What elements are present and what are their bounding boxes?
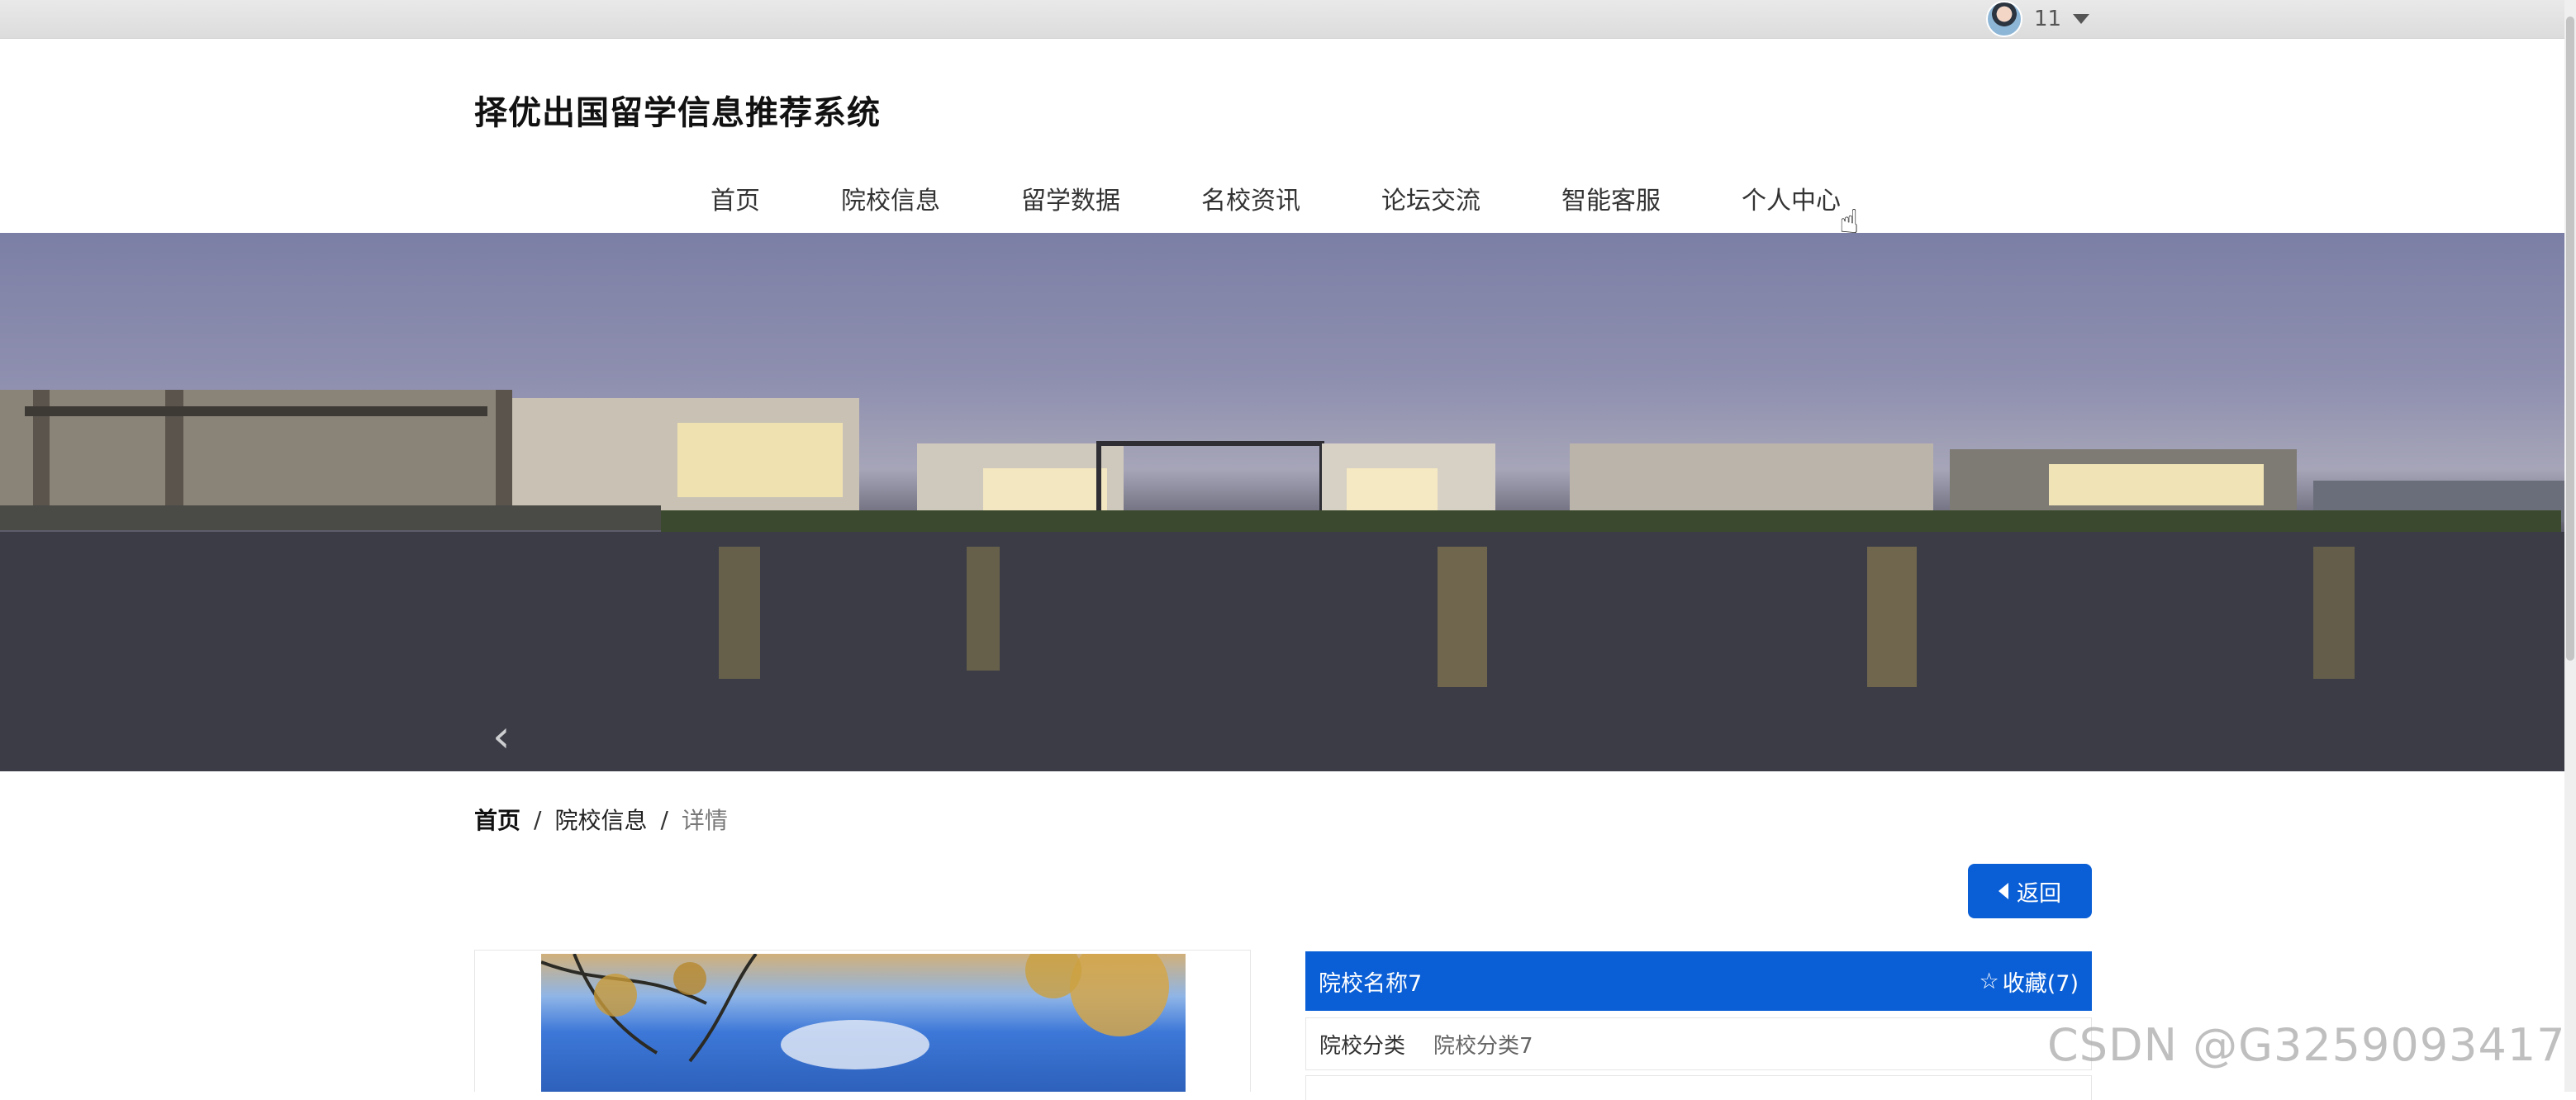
nav-item-chatbot[interactable]: 智能客服 (1561, 180, 1661, 216)
school-image-card (474, 950, 1251, 1092)
nav-item-profile[interactable]: 个人中心 (1742, 180, 1841, 216)
banner-carousel[interactable]: ‹ (0, 233, 2564, 771)
detail-header: 院校名称7 ☆ 收藏(7) (1305, 951, 2092, 1011)
triangle-left-icon (1999, 883, 2008, 899)
breadcrumb: 首页 / 院校信息 / 详情 (474, 803, 728, 836)
school-name: 院校名称7 (1319, 970, 1423, 997)
nav-item-forum[interactable]: 论坛交流 (1381, 180, 1480, 216)
back-button-label: 返回 (2017, 880, 2061, 907)
site-title: 择优出国留学信息推荐系统 (474, 94, 881, 132)
top-user-bar: 11 (0, 0, 2576, 39)
main-nav: 首页 院校信息 留学数据 名校资讯 论坛交流 智能客服 个人中心 (711, 180, 1841, 216)
field-label: 院校分类 (1319, 1033, 1406, 1059)
star-outline-icon: ☆ (1979, 968, 1999, 994)
campus-night-image (0, 390, 2564, 771)
favorite-label: 收藏(7) (2002, 970, 2079, 997)
nav-item-news[interactable]: 名校资讯 (1201, 180, 1300, 216)
page-scrollbar-thumb[interactable] (2566, 17, 2574, 661)
breadcrumb-separator: / (660, 805, 668, 833)
avatar[interactable] (1986, 1, 2022, 37)
caret-down-icon[interactable] (2073, 14, 2090, 24)
user-name[interactable]: 11 (2034, 7, 2061, 31)
field-value: 院校分类7 (1433, 1033, 1533, 1059)
user-menu[interactable]: 11 (1986, 0, 2090, 38)
nav-item-schools[interactable]: 院校信息 (841, 180, 940, 216)
detail-row-category: 院校分类 院校分类7 (1305, 1017, 2092, 1070)
breadcrumb-home[interactable]: 首页 (474, 803, 520, 836)
breadcrumb-separator: / (534, 805, 542, 833)
favorite-button[interactable]: ☆ 收藏(7) (1980, 965, 2079, 998)
breadcrumb-schools[interactable]: 院校信息 (554, 803, 647, 836)
banner-prev-chevron-icon[interactable]: ‹ (492, 710, 511, 762)
school-photo-branches (541, 954, 1169, 1069)
nav-item-home[interactable]: 首页 (711, 180, 760, 216)
nav-item-study-data[interactable]: 留学数据 (1021, 180, 1120, 216)
back-button[interactable]: 返回 (1968, 864, 2092, 918)
detail-row-next (1305, 1075, 2092, 1100)
watermark: CSDN @G3259093417 (2047, 1019, 2566, 1071)
breadcrumb-current: 详情 (681, 807, 728, 834)
